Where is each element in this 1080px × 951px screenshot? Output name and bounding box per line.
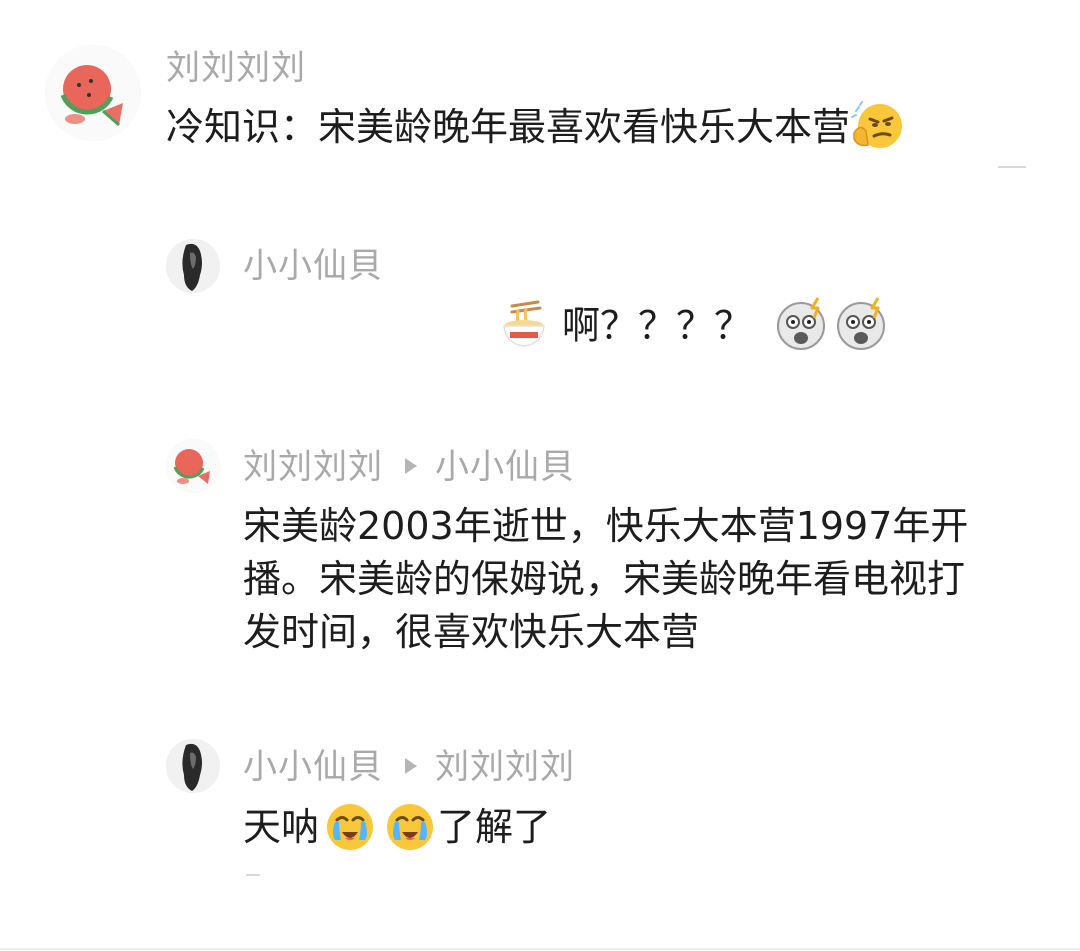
comment-text: 天呐 了解了 [243, 802, 551, 856]
shocked-face-emoji-icon [774, 296, 830, 352]
bottom-divider [0, 948, 1080, 950]
reply-target[interactable]: 刘刘刘刘 [435, 747, 575, 787]
comment-line: 播。宋美龄的保姆说，宋美龄晚年看电视打 [243, 557, 966, 601]
comment-text: 冷知识：宋美龄晚年最喜欢看快乐大本营 [166, 100, 906, 155]
comment-author[interactable]: 刘刘刘刘 [243, 447, 383, 487]
avatar-liuliu[interactable] [45, 45, 141, 141]
reply-header: 刘刘刘刘 小小仙貝 [243, 447, 575, 487]
comment-author[interactable]: 小小仙貝 [243, 747, 383, 787]
comment-line: 宋美龄2003年逝世，快乐大本营1997年开 [243, 504, 969, 548]
watermelon-avatar-icon [45, 45, 141, 141]
reply-arrow-icon [405, 457, 417, 474]
dark-figure-avatar-icon [166, 739, 220, 793]
comment-line: 发时间，很喜欢快乐大本营 [243, 610, 700, 654]
comment-body: 啊？？？？ [562, 303, 753, 348]
comment-body-end: 了解了 [437, 805, 552, 849]
comment-body: 冷知识：宋美龄晚年最喜欢看快乐大本营 [166, 105, 851, 149]
crying-face-emoji-icon [383, 800, 437, 852]
watermelon-avatar-icon [166, 439, 220, 493]
avatar-xiaoxian[interactable] [166, 739, 220, 793]
reply-target[interactable]: 小小仙貝 [435, 447, 575, 487]
comment-text: 啊？？？？ [498, 297, 890, 356]
avatar-xiaoxian[interactable] [166, 239, 220, 293]
comment-body-start: 天呐 [243, 805, 320, 849]
noodle-bowl-emoji-icon [498, 298, 550, 350]
comment-text: 宋美龄2003年逝世，快乐大本营1997年开 播。宋美龄的保姆说，宋美龄晚年看电… [243, 501, 1033, 657]
divider-mark [246, 874, 260, 876]
dark-figure-avatar-icon [166, 239, 220, 293]
crying-face-emoji-icon [323, 800, 377, 852]
shocked-face-emoji-icon [834, 296, 890, 352]
smirk-thinking-emoji-icon [850, 100, 906, 151]
avatar-liuliu[interactable] [166, 439, 220, 493]
comment-author[interactable]: 小小仙貝 [243, 246, 383, 286]
reply-header: 小小仙貝 刘刘刘刘 [243, 747, 575, 787]
divider-mark [998, 166, 1026, 168]
reply-arrow-icon [405, 757, 417, 774]
comment-author[interactable]: 刘刘刘刘 [166, 48, 306, 88]
